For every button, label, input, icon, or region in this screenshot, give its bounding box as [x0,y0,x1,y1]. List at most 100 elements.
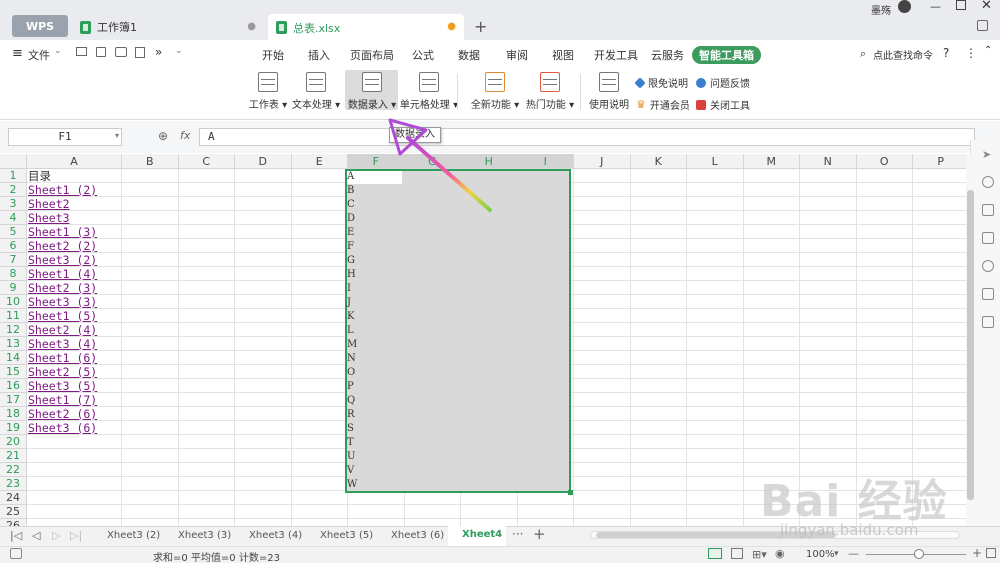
sidebar-toggle-icon[interactable] [977,20,988,31]
cell-value[interactable]: V [347,464,354,478]
more-sheets-icon[interactable]: ··· [512,527,523,541]
tab-insert[interactable]: 插入 [308,47,330,63]
chevron-up-icon[interactable]: ⌃ [984,45,992,56]
column-header-b[interactable]: B [122,154,179,169]
chevron-down-icon[interactable]: ▾ [115,131,119,140]
avatar[interactable] [898,0,911,13]
tab-formulas[interactable]: 公式 [412,47,434,63]
fx-icon[interactable]: fx [180,129,190,142]
sheet-tab-active[interactable]: Xheet4 [462,529,502,540]
maximize-icon[interactable] [956,0,966,10]
cell-value[interactable]: D [347,212,355,226]
next-sheet-icon[interactable]: ▷ [52,529,60,542]
row-header[interactable]: 9 [0,281,27,295]
cell-value[interactable]: B [347,184,354,198]
cell-hyperlink[interactable]: Sheet2 (3) [28,281,97,295]
feedback-link[interactable]: 问题反馈 [696,75,750,90]
row-header[interactable]: 11 [0,309,27,323]
cell-value[interactable]: I [347,282,351,296]
row-header[interactable]: 5 [0,225,27,239]
cell-hyperlink[interactable]: Sheet1 (5) [28,309,97,323]
cell-processing-button[interactable]: 单元格处理 ▾ [399,72,459,111]
cell-value[interactable]: K [347,310,354,324]
cell-hyperlink[interactable]: Sheet3 [28,211,70,225]
row-header[interactable]: 14 [0,351,27,365]
column-header-m[interactable]: M [743,154,800,169]
row-header[interactable]: 2 [0,183,27,197]
prev-sheet-icon[interactable]: ◁ [32,529,40,542]
cell-hyperlink[interactable]: Sheet3 (4) [28,337,97,351]
row-header[interactable]: 3 [0,197,27,211]
row-header[interactable]: 7 [0,253,27,267]
cell-hyperlink[interactable]: Sheet1 (3) [28,225,97,239]
column-header-a[interactable]: A [27,154,122,169]
cell-value[interactable]: G [347,254,355,268]
close-tools-link[interactable]: 关闭工具 [696,97,750,112]
cell-hyperlink[interactable]: Sheet1 (6) [28,351,97,365]
macro-icon[interactable] [10,548,22,559]
row-header[interactable]: 15 [0,365,27,379]
apps-grid-icon[interactable] [982,316,994,328]
shapes-icon[interactable] [982,176,994,188]
tab-summary-xlsx[interactable]: 总表.xlsx ● [268,14,464,41]
column-header-p[interactable]: P [913,154,966,169]
row-header[interactable]: 4 [0,211,27,225]
tab-workbook1[interactable]: 工作簿1 ● [74,14,264,40]
sheet-tab[interactable]: Xheet3 (5) [320,530,373,541]
cell-value[interactable]: F [347,240,354,254]
column-header-n[interactable]: N [800,154,857,169]
row-header[interactable]: 21 [0,449,27,463]
search-icon[interactable]: ⌕ [860,47,866,61]
row-header[interactable]: 22 [0,463,27,477]
tab-developer[interactable]: 开发工具 [594,47,638,63]
new-tab-icon[interactable]: + [474,17,487,36]
name-box[interactable]: F1 [8,128,122,146]
last-sheet-icon[interactable]: ▷| [70,529,82,542]
column-header-c[interactable]: C [178,154,235,169]
fill-handle[interactable] [568,490,573,495]
page-layout-icon[interactable] [731,548,743,559]
cell-hyperlink[interactable]: Sheet1 (7) [28,393,97,407]
fullscreen-icon[interactable] [986,548,996,558]
scrollbar-thumb[interactable] [967,190,974,500]
share-icon[interactable] [982,288,994,300]
open-folder-icon[interactable] [76,47,87,56]
membership-link[interactable]: ♛ 开通会员 [636,97,690,112]
more-icon[interactable]: » [155,45,162,59]
cell-value[interactable]: E [347,226,354,240]
column-header-k[interactable]: K [630,154,687,169]
save-icon[interactable] [96,47,106,57]
command-search[interactable]: 点此查找命令 [873,47,933,62]
cell-value[interactable]: H [347,268,356,282]
column-header-d[interactable]: D [235,154,292,169]
cell-value[interactable]: N [347,352,356,366]
tab-page-layout[interactable]: 页面布局 [350,47,394,63]
cell-hyperlink[interactable]: Sheet1 (4) [28,267,97,281]
free-limit-link[interactable]: 限免说明 [634,75,688,90]
tab-cloud[interactable]: 云服务 [651,47,684,63]
formula-input[interactable]: A [199,128,975,146]
cell-value[interactable]: W [347,478,357,492]
row-header[interactable]: 13 [0,337,27,351]
row-header[interactable]: 6 [0,239,27,253]
cell-value[interactable]: M [347,338,357,352]
help-icon[interactable]: ? [943,46,949,60]
normal-view-icon[interactable] [708,548,722,559]
print-preview-icon[interactable] [135,47,145,58]
new-features-button[interactable]: 全新功能 ▾ [465,72,525,111]
cell-hyperlink[interactable]: Sheet3 (2) [28,253,97,267]
properties-icon[interactable] [982,204,994,216]
minimize-icon[interactable]: — [930,0,941,13]
close-icon[interactable]: ✕ [981,0,992,13]
cell-value[interactable]: T [347,436,354,450]
column-header-l[interactable]: L [687,154,744,169]
select-icon[interactable] [982,232,994,244]
column-header-o[interactable]: O [856,154,913,169]
row-header[interactable]: 16 [0,379,27,393]
cell-value[interactable]: J [347,296,351,310]
cell-hyperlink[interactable]: Sheet2 (5) [28,365,97,379]
pointer-icon[interactable]: ➤ [982,148,991,161]
row-header[interactable]: 19 [0,421,27,435]
column-header-j[interactable]: J [574,154,631,169]
row-header[interactable]: 26 [0,519,27,526]
